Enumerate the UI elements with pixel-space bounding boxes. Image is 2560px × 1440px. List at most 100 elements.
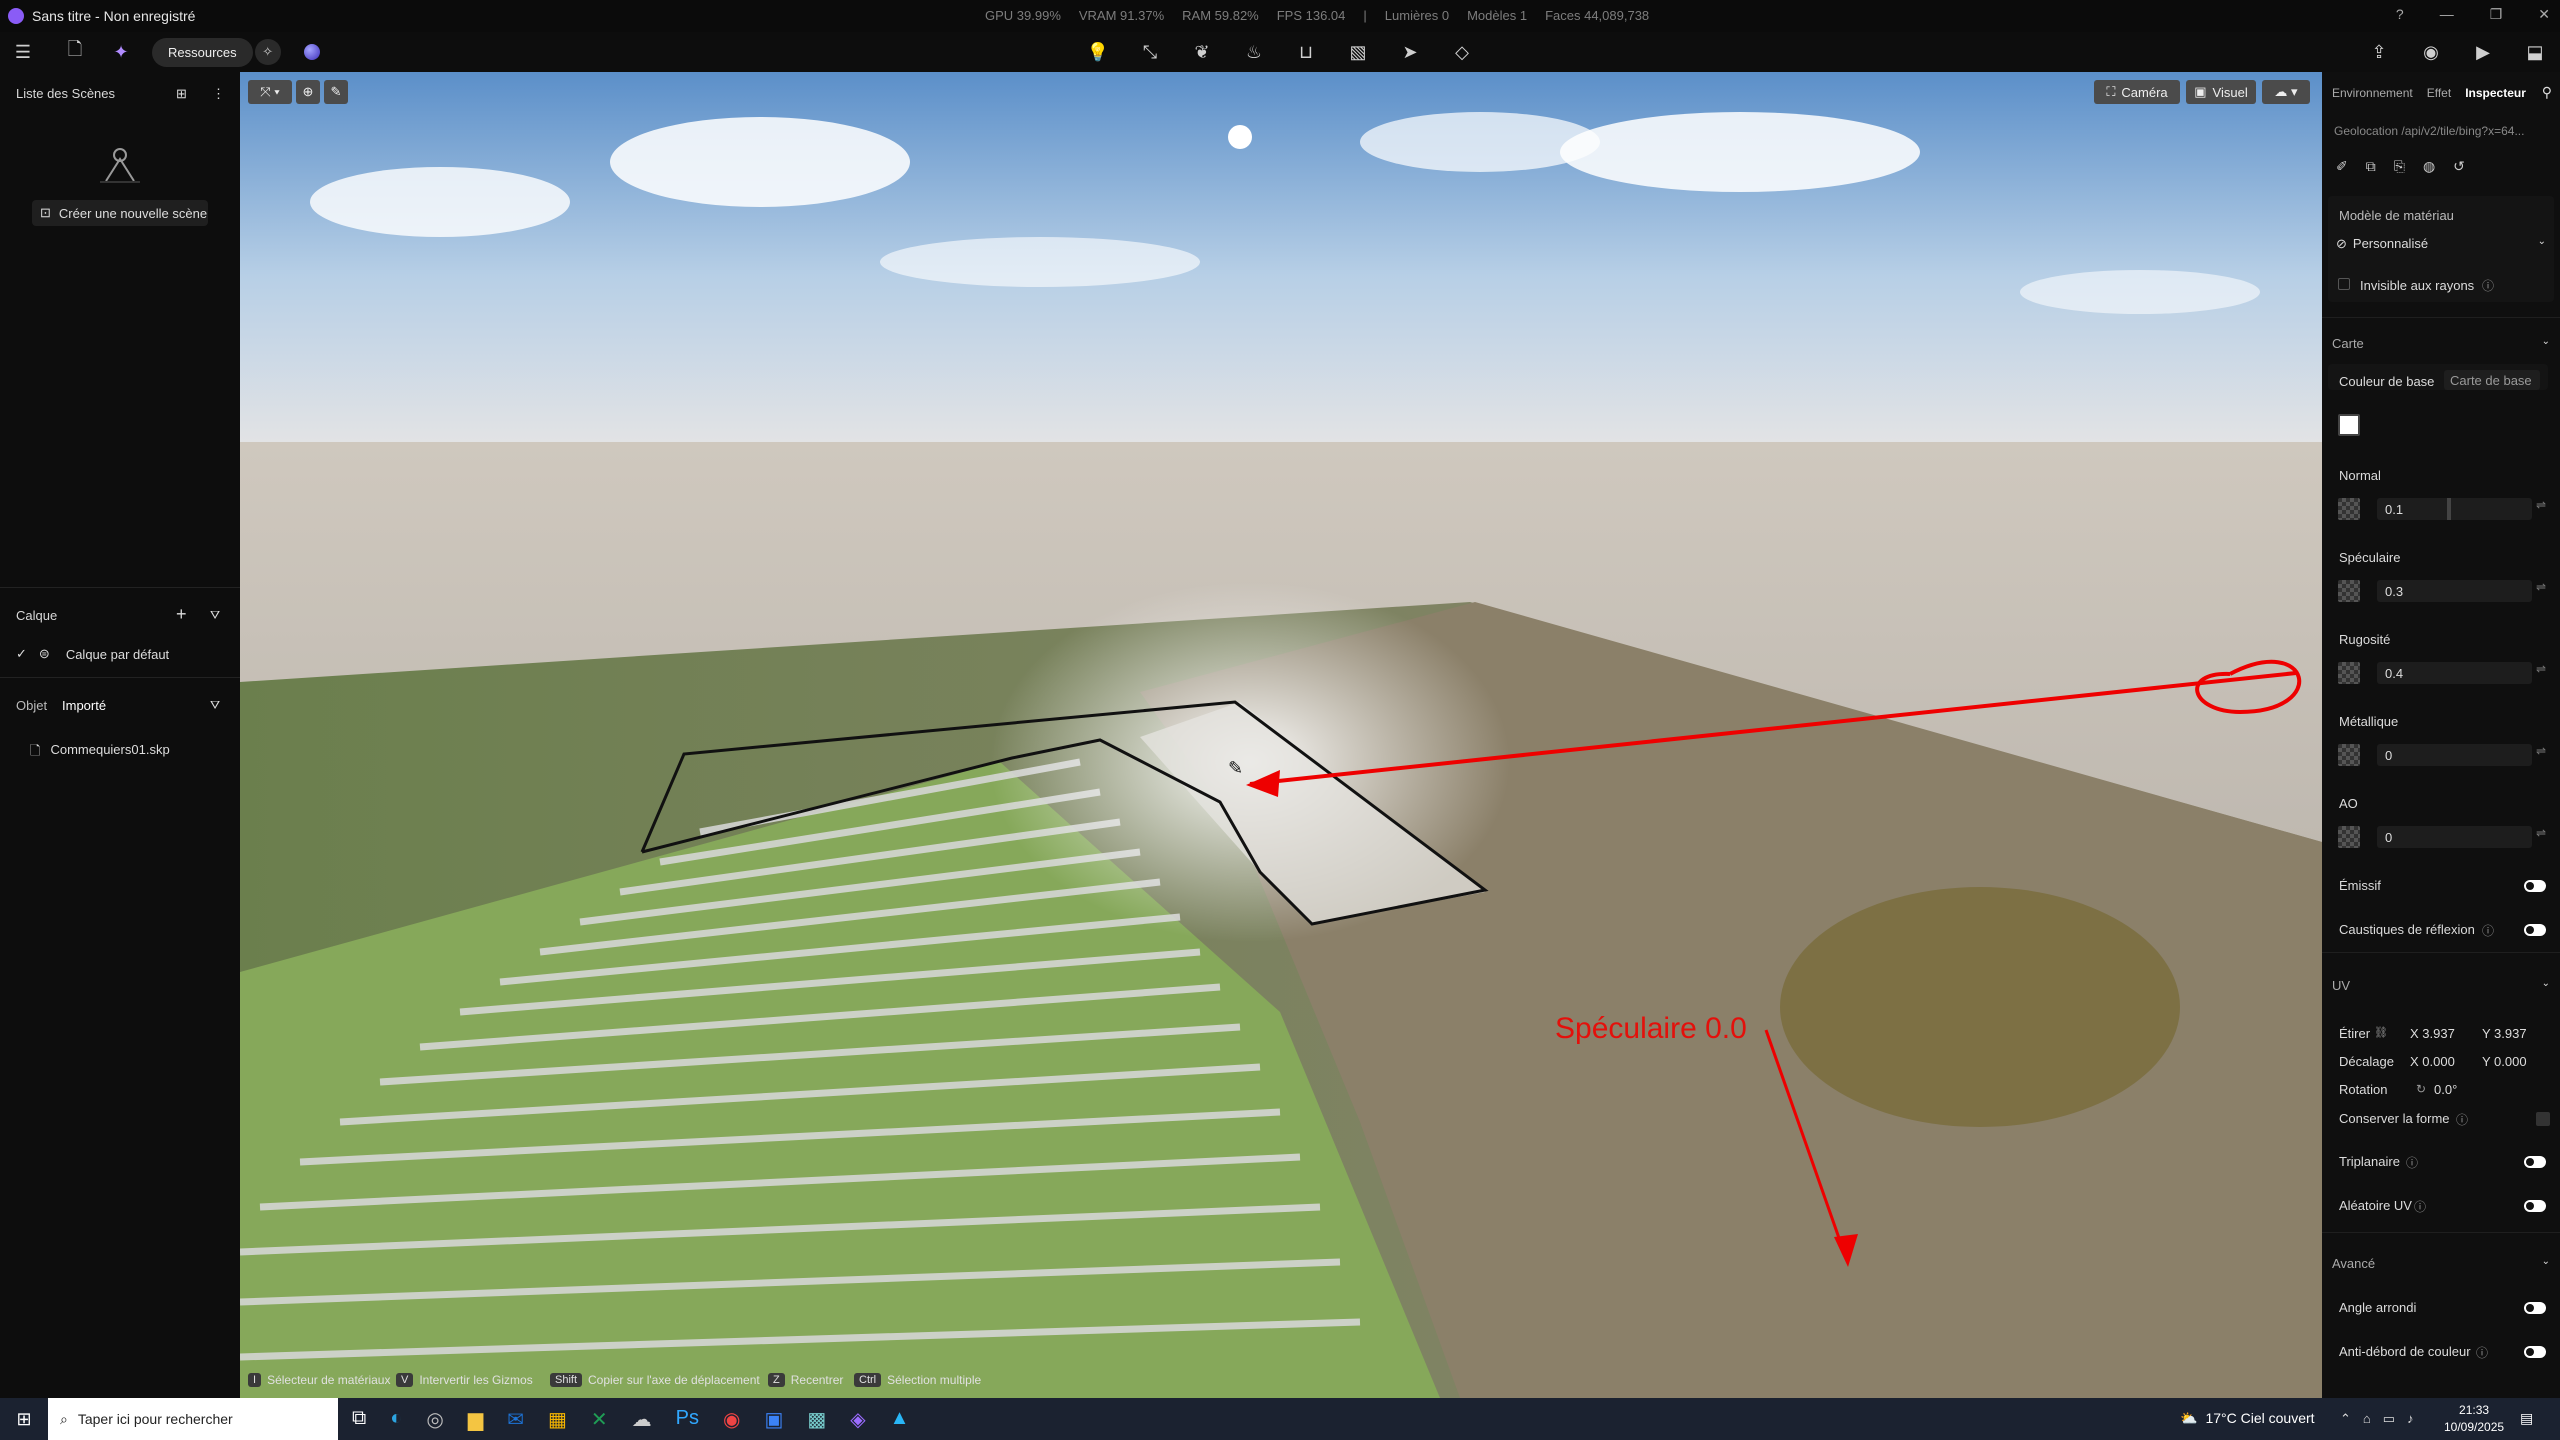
store-icon[interactable]: ▦ <box>548 1407 567 1432</box>
add-layer-icon[interactable]: + <box>176 604 187 625</box>
random-uv-toggle[interactable] <box>2524 1200 2546 1212</box>
share-icon[interactable]: ⇪ <box>2366 39 2392 65</box>
clock[interactable]: 21:33 10/09/2025 <box>2444 1402 2504 1436</box>
add-scene-icon[interactable]: ⊞ <box>176 86 187 102</box>
weather-widget[interactable]: ⛅ 17°C Ciel couvert <box>2180 1410 2315 1427</box>
anti-bleed-toggle[interactable] <box>2524 1346 2546 1358</box>
stretch-y[interactable]: Y 3.937 <box>2482 1026 2527 1041</box>
flame-icon[interactable]: ♨ <box>1241 39 1267 65</box>
palette-icon[interactable]: ◍ <box>2423 158 2435 175</box>
help-icon[interactable]: ? <box>2396 6 2404 23</box>
stretch-x[interactable]: X 3.937 <box>2410 1026 2455 1041</box>
ao-map-slot[interactable] <box>2338 826 2360 848</box>
map-section-title[interactable]: Carte <box>2332 336 2364 351</box>
advanced-section-title[interactable]: Avancé <box>2332 1256 2375 1271</box>
task-view-icon[interactable]: ⧉ <box>352 1407 366 1432</box>
tray-up-icon[interactable]: ⌃ <box>2340 1411 2351 1427</box>
3d-viewport[interactable]: Spéculaire 0.0 ✎ ⤧ ▾ ⊕ ✎ ⛶ Caméra ▣ Visuel… <box>240 72 2322 1398</box>
maximize-icon[interactable]: ❐ <box>2490 6 2503 23</box>
rounded-angle-toggle[interactable] <box>2524 1302 2546 1314</box>
volume-icon[interactable]: ♪ <box>2407 1411 2414 1427</box>
roughness-map-slot[interactable] <box>2338 662 2360 684</box>
app3-icon[interactable]: ▣ <box>764 1407 783 1432</box>
sphere-icon[interactable] <box>299 39 325 65</box>
filter-icon[interactable]: ⛛ <box>210 608 220 623</box>
chevron-down-icon[interactable]: ⌄ <box>2538 236 2546 247</box>
new-file-icon[interactable]: 🗋 <box>62 39 88 65</box>
globe-icon[interactable]: ⊕ <box>296 80 320 104</box>
excel-icon[interactable]: ✕ <box>591 1407 608 1432</box>
specular-value[interactable]: 0.3 <box>2377 580 2532 602</box>
tab-environment[interactable]: Environnement <box>2332 86 2413 100</box>
pin-icon[interactable]: ⚲ <box>2542 84 2552 101</box>
outlook-icon[interactable]: ✉ <box>507 1407 524 1432</box>
base-color-tab[interactable]: Couleur de base <box>2339 374 2434 389</box>
offset-x[interactable]: X 0.000 <box>2410 1054 2455 1069</box>
tab-effect[interactable]: Effet <box>2427 86 2451 100</box>
help-icon[interactable]: ⓘ <box>2456 1111 2468 1128</box>
camera-button[interactable]: ⛶ Caméra <box>2094 80 2180 104</box>
sliders-icon[interactable]: ⇌ <box>2536 744 2546 758</box>
texture-icon[interactable]: ▧ <box>1345 39 1371 65</box>
layer-item-default[interactable]: ✓ ⊜ Calque par défaut <box>16 646 169 662</box>
ai-icon[interactable]: ✦ <box>108 39 134 65</box>
sliders-icon[interactable]: ⇌ <box>2536 826 2546 840</box>
sliders-icon[interactable]: ⇌ <box>2536 498 2546 512</box>
app4-icon[interactable]: ▩ <box>807 1407 826 1432</box>
chevron-down-icon[interactable]: ⌄ <box>2542 1256 2550 1267</box>
transform-tool-button[interactable]: ⤧ ▾ <box>248 80 292 104</box>
metallic-map-slot[interactable] <box>2338 744 2360 766</box>
battery-icon[interactable]: ▭ <box>2383 1411 2395 1427</box>
specular-map-slot[interactable] <box>2338 580 2360 602</box>
path-icon[interactable]: ⤡ <box>1137 39 1163 65</box>
help-icon[interactable]: ⓘ <box>2482 922 2494 939</box>
sliders-icon[interactable]: ⇌ <box>2536 662 2546 676</box>
sliders-icon[interactable]: ⇌ <box>2536 580 2546 594</box>
base-map-tab[interactable]: Carte de base <box>2444 370 2540 390</box>
network-icon[interactable]: ⌂ <box>2363 1411 2371 1427</box>
tab-inspector[interactable]: Inspecteur <box>2465 86 2526 100</box>
offset-y[interactable]: Y 0.000 <box>2482 1054 2527 1069</box>
invisible-rays-checkbox[interactable] <box>2338 278 2350 290</box>
file-item[interactable]: 🗋 Commequiers01.skp <box>30 742 170 764</box>
light-bulb-icon[interactable]: 💡 <box>1085 39 1111 65</box>
minimize-icon[interactable]: — <box>2440 6 2454 23</box>
sparkle-icon[interactable]: ✧ <box>254 39 281 65</box>
normal-value[interactable]: 0.1 <box>2377 498 2532 520</box>
app5-icon[interactable]: ▲ <box>890 1407 910 1432</box>
metallic-value[interactable]: 0 <box>2377 744 2532 766</box>
picker-icon[interactable]: ✎ <box>324 80 348 104</box>
notifications-icon[interactable]: ▤ <box>2520 1410 2533 1427</box>
object-filter-icon[interactable]: ⛛ <box>210 698 220 713</box>
close-icon[interactable]: ✕ <box>2538 6 2550 23</box>
app2-icon[interactable]: ☁ <box>632 1407 652 1432</box>
triplanar-toggle[interactable] <box>2524 1156 2546 1168</box>
paste-icon[interactable]: ⎘ <box>2394 158 2405 175</box>
normal-map-slot[interactable] <box>2338 498 2360 520</box>
reset-icon[interactable]: ↺ <box>2453 158 2465 175</box>
leaf-icon[interactable]: ❦ <box>1189 39 1215 65</box>
keep-shape-checkbox[interactable] <box>2536 1112 2550 1126</box>
app-icon[interactable]: ◎ <box>426 1407 443 1432</box>
visual-button[interactable]: ▣ Visuel <box>2186 80 2256 104</box>
help-icon[interactable]: ⓘ <box>2414 1198 2426 1215</box>
help-icon[interactable]: ⓘ <box>2406 1154 2418 1171</box>
ao-value[interactable]: 0 <box>2377 826 2532 848</box>
object-filter[interactable]: Importé <box>62 698 106 713</box>
copy-icon[interactable]: ⧉ <box>2366 158 2376 175</box>
more-icon[interactable]: ⋮ <box>212 86 225 102</box>
uv-section-title[interactable]: UV <box>2332 978 2350 993</box>
d5-icon[interactable]: ◈ <box>850 1407 865 1432</box>
chrome-icon[interactable]: ◉ <box>723 1407 740 1432</box>
brush-icon[interactable]: ✐ <box>2336 158 2348 175</box>
resources-button[interactable]: Ressources <box>152 37 253 67</box>
photoshop-icon[interactable]: Ps <box>676 1407 699 1432</box>
render-mode-button[interactable]: ☁ ▾ <box>2262 80 2310 104</box>
windows-start-icon[interactable]: ⊞ <box>0 1398 48 1440</box>
edge-icon[interactable]: ◐ <box>390 1407 402 1432</box>
search-box[interactable]: ⌕ Taper ici pour rechercher <box>48 1398 338 1440</box>
camera-icon[interactable]: ◉ <box>2418 39 2444 65</box>
help-icon[interactable]: ⓘ <box>2482 277 2494 294</box>
help-icon[interactable]: ⓘ <box>2476 1344 2488 1361</box>
menu-icon[interactable]: ☰ <box>10 39 36 65</box>
